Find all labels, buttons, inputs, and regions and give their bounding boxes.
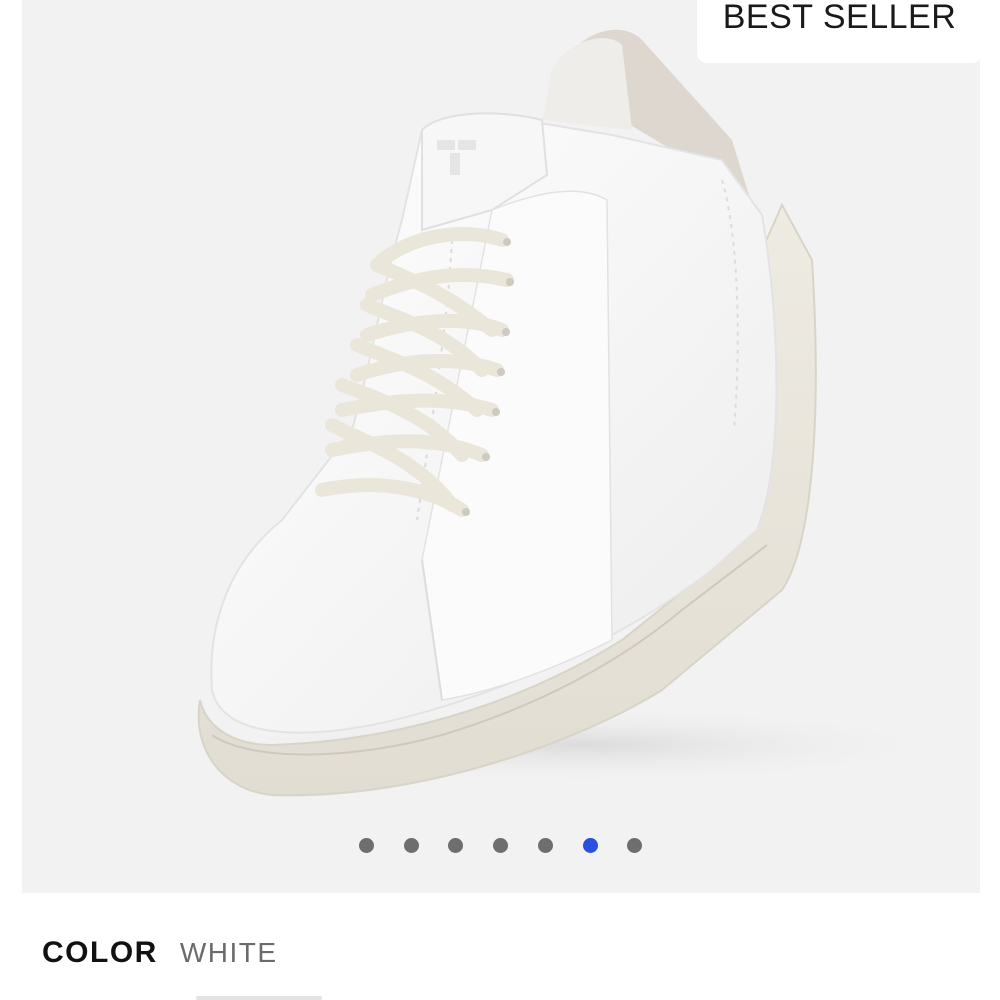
carousel-dot-7[interactable]: [627, 838, 642, 853]
carousel-dot-2[interactable]: [404, 838, 419, 853]
color-selector-heading: COLOR WHITE: [42, 936, 278, 976]
carousel-dot-6[interactable]: [583, 838, 598, 853]
carousel-dot-3[interactable]: [448, 838, 463, 853]
carousel-dot-5[interactable]: [538, 838, 553, 853]
selected-color-value: WHITE: [179, 937, 278, 968]
product-image-gallery[interactable]: BEST SELLER: [22, 0, 980, 893]
carousel-dot-4[interactable]: [493, 838, 508, 853]
carousel-dot-1[interactable]: [359, 838, 374, 853]
best-seller-label: BEST SELLER: [722, 0, 957, 36]
best-seller-badge: BEST SELLER: [697, 0, 980, 63]
color-label: COLOR: [42, 936, 158, 969]
color-swatch-partial[interactable]: [196, 996, 322, 1000]
product-image: [197, 29, 962, 797]
product-page: BEST SELLER COLOR WHITE: [0, 0, 1000, 1000]
